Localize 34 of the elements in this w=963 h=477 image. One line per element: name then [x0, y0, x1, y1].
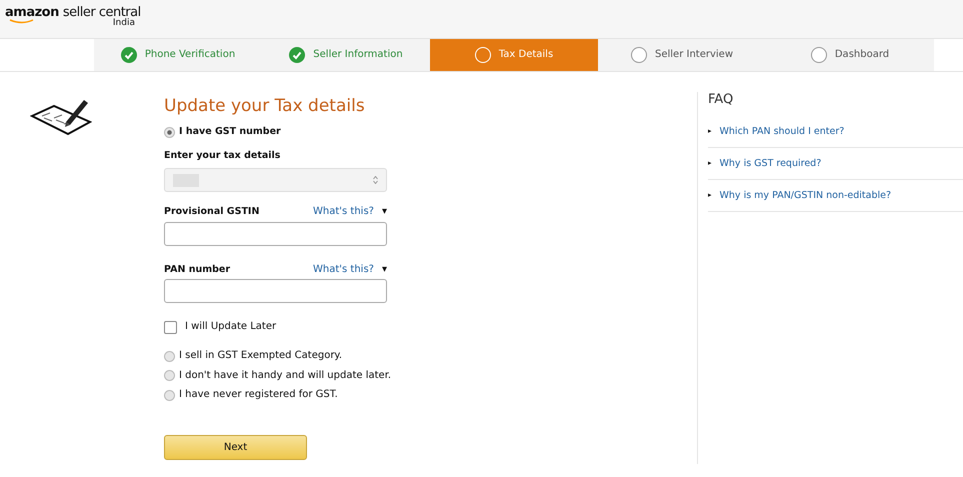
field-label: PAN number [164, 264, 230, 276]
page-title: Update your Tax details [164, 96, 366, 116]
faq-title: FAQ [708, 92, 734, 108]
reason-radio[interactable]: I have never registered for GST. [164, 389, 697, 402]
field-label: Provisional GSTIN [164, 206, 260, 218]
text-field[interactable] [164, 279, 387, 304]
smile-icon [9, 19, 35, 24]
faq-link[interactable]: Why is my PAN/GSTIN non-editable? [720, 190, 892, 202]
circle-icon [631, 47, 647, 63]
reason-radio[interactable]: I sell in GST Exempted Category. [164, 350, 697, 363]
circle-icon [810, 47, 827, 63]
product-name: seller central [62, 6, 141, 19]
gst-radio[interactable]: I have GST number [164, 126, 697, 138]
caret-icon[interactable]: ▾ [382, 206, 387, 219]
updown-icon [373, 176, 378, 184]
caret-icon[interactable]: ▾ [382, 264, 387, 276]
step-tab[interactable]: Seller Information [262, 39, 430, 71]
check-circle-icon [289, 47, 306, 63]
check-circle-icon [120, 47, 137, 63]
step-tab[interactable]: Seller Interview [598, 39, 766, 71]
help-link[interactable]: What's this? [313, 206, 374, 219]
text-field[interactable] [164, 222, 387, 246]
logo-text: amazon [5, 6, 59, 19]
region-label: India [112, 19, 135, 28]
next-button[interactable]: Next [164, 434, 307, 460]
reason-radio[interactable]: I don't have it handy and will update later. [164, 370, 697, 382]
faq-link[interactable]: Why is GST required? [720, 158, 822, 170]
field-label: Enter your tax details [164, 150, 282, 162]
faq-link[interactable]: Which PAN should I enter? [720, 126, 844, 138]
circle-icon [474, 47, 491, 63]
step-tab[interactable]: Dashboard [766, 39, 934, 71]
update-later-checkbox[interactable]: I will Update Later [164, 321, 697, 334]
help-link[interactable]: What's this? [313, 264, 374, 276]
step-tab[interactable]: Phone Verification [94, 39, 262, 71]
